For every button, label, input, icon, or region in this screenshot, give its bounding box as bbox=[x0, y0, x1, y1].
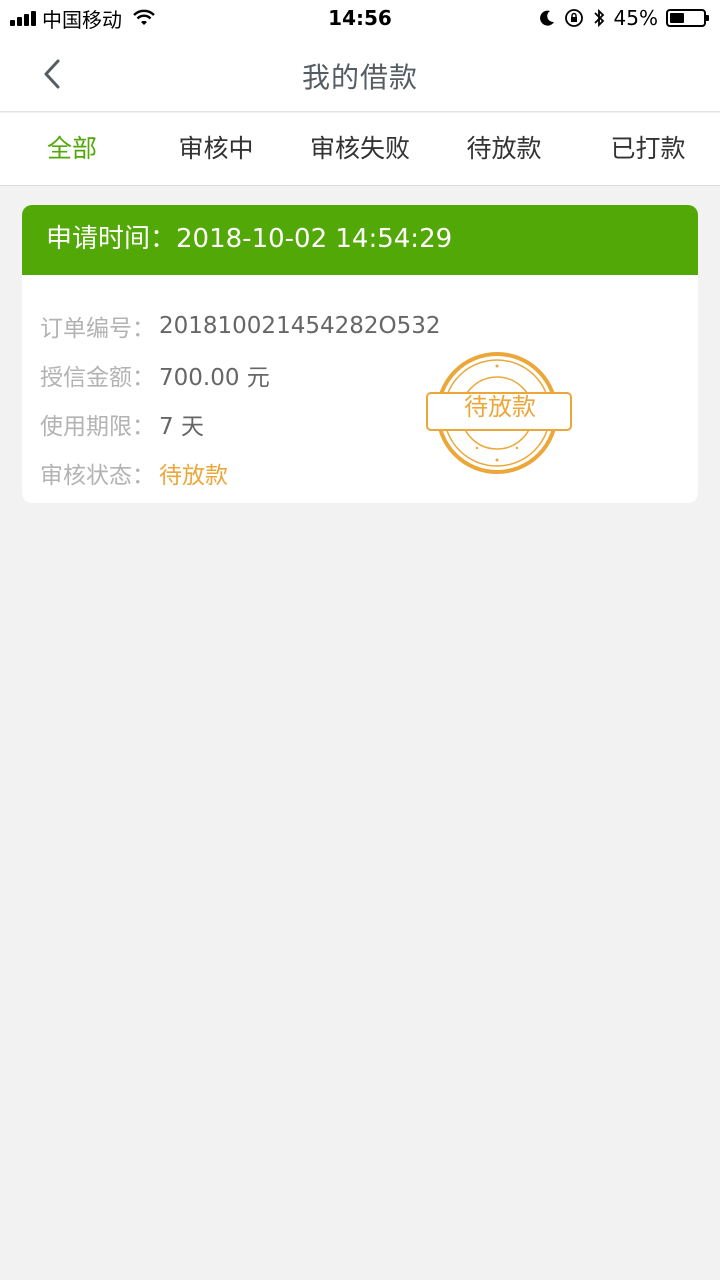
rotation-lock-icon bbox=[564, 9, 583, 27]
order-number-label: 订单编号： bbox=[40, 315, 155, 342]
review-status-row: 审核状态： 待放款 bbox=[40, 448, 698, 497]
term-row: 使用期限： 7 天 bbox=[40, 399, 698, 448]
bluetooth-icon bbox=[593, 8, 604, 28]
credit-amount-row: 授信金额： 700.00 元 bbox=[40, 350, 698, 399]
loan-order-card[interactable]: 申请时间：2018-10-02 14:54:29 订单编号： 201810021… bbox=[22, 205, 698, 503]
battery-percent: 45% bbox=[613, 6, 658, 30]
status-right: 45% bbox=[538, 6, 709, 30]
credit-amount-value: 700.00 元 bbox=[159, 364, 270, 391]
nav-bar: 我的借款 bbox=[0, 38, 720, 112]
status-bar: 中国移动 14:56 45% bbox=[0, 0, 720, 38]
tab-paid[interactable]: 已打款 bbox=[576, 113, 720, 185]
credit-amount-label: 授信金额： bbox=[40, 364, 155, 391]
tab-reviewing[interactable]: 审核中 bbox=[144, 113, 288, 185]
battery-icon bbox=[666, 9, 709, 27]
moon-icon bbox=[539, 10, 554, 26]
term-value: 7 天 bbox=[159, 413, 204, 440]
order-number-row: 订单编号： 201810021454282O532 bbox=[40, 301, 698, 350]
review-status-label: 审核状态： bbox=[40, 462, 155, 489]
page-title: 我的借款 bbox=[301, 61, 418, 94]
apply-time-label: 申请时间： bbox=[46, 224, 177, 254]
battery-level bbox=[670, 13, 684, 23]
stamp-text: 待放款 bbox=[464, 393, 536, 421]
tab-review-failed[interactable]: 审核失败 bbox=[288, 113, 432, 185]
filter-tabs: 全部 审核中 审核失败 待放款 已打款 bbox=[0, 113, 720, 186]
review-status-value: 待放款 bbox=[159, 462, 228, 489]
card-body: 订单编号： 201810021454282O532 授信金额： 700.00 元… bbox=[22, 275, 698, 497]
status-stamp: 待放款 bbox=[425, 350, 575, 480]
tab-pending-disbursement[interactable]: 待放款 bbox=[432, 113, 576, 185]
tab-all[interactable]: 全部 bbox=[0, 113, 144, 185]
order-number-value: 201810021454282O532 bbox=[159, 312, 441, 339]
term-label: 使用期限： bbox=[40, 413, 155, 440]
card-header: 申请时间：2018-10-02 14:54:29 bbox=[22, 205, 698, 275]
apply-time-value: 2018-10-02 14:54:29 bbox=[176, 224, 453, 254]
